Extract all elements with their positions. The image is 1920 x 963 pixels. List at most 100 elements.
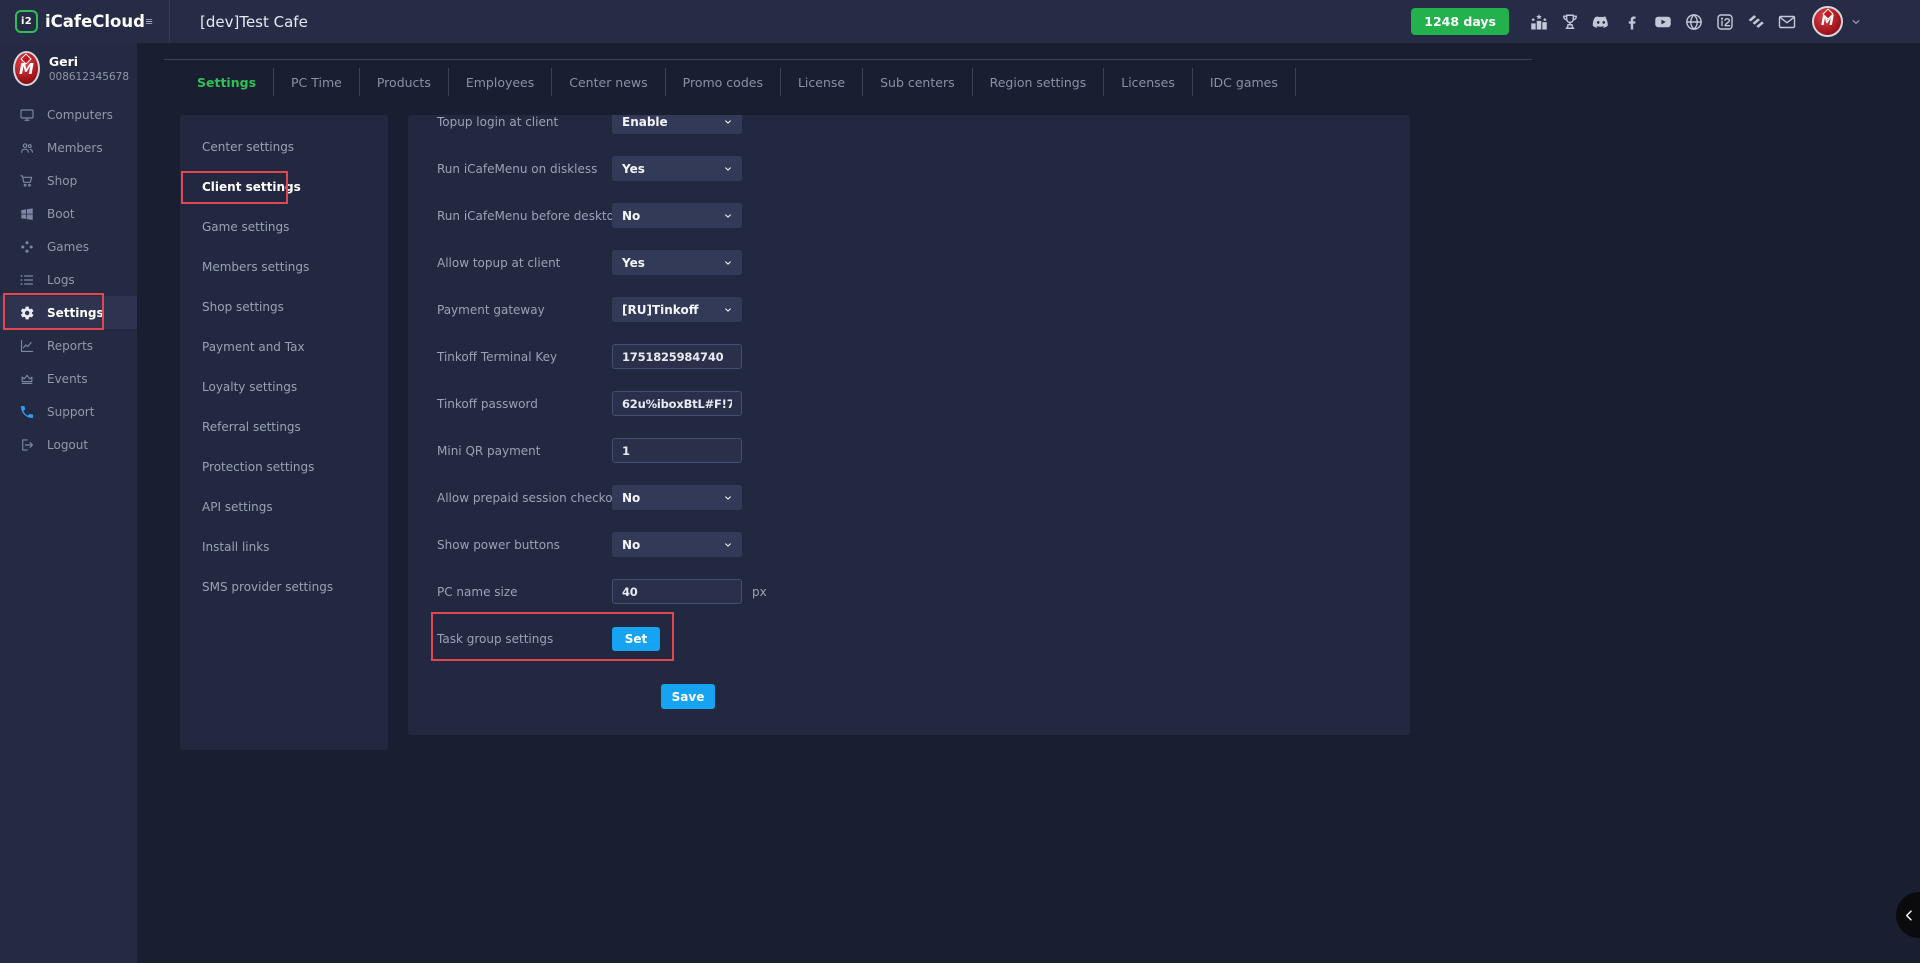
avatar[interactable]: M [1812, 6, 1843, 37]
crown-icon [19, 371, 35, 387]
brand-name: iCafeCloud [45, 12, 145, 31]
sidebar-item-logout[interactable]: Logout [0, 428, 137, 461]
mini-qr-payment-input[interactable] [612, 438, 742, 463]
sidebar-item-boot[interactable]: Boot [0, 197, 137, 230]
logout-icon [19, 437, 35, 453]
settings-menu-item-center-settings[interactable]: Center settings [180, 133, 388, 161]
tab-pc-time[interactable]: PC Time [274, 68, 360, 96]
tinkoff-terminal-key-input[interactable] [612, 344, 742, 369]
show-power-buttons-select[interactable]: No [612, 532, 742, 557]
tab-products[interactable]: Products [360, 68, 449, 96]
layers-icon[interactable] [1746, 12, 1766, 32]
tab-employees[interactable]: Employees [449, 68, 552, 96]
run-icafemenu-on-diskless-select[interactable]: Yes [612, 156, 742, 181]
sidebar-item-settings[interactable]: Settings [0, 296, 137, 329]
tinkoff-password-input[interactable] [612, 391, 742, 416]
windows-icon [19, 206, 35, 222]
select-value: No [622, 491, 640, 505]
settings-menu-item-loyalty-settings[interactable]: Loyalty settings [180, 373, 388, 401]
allow-prepaid-session-checkout-select[interactable]: No [612, 485, 742, 510]
tab-sub-centers[interactable]: Sub centers [863, 68, 973, 96]
pc-name-size-input[interactable] [612, 579, 742, 604]
top-bar: i2 iCafeCloud [dev]Test Cafe 1248 days M [0, 0, 1920, 43]
sidebar-item-label: Logout [47, 438, 88, 452]
field-label: Show power buttons [437, 538, 612, 552]
chevron-down-icon[interactable] [1850, 16, 1862, 28]
form-row-run-icafemenu-on-diskless: Run iCafeMenu on disklessYes [437, 156, 1410, 181]
sidebar-item-games[interactable]: Games [0, 230, 137, 263]
license-days-badge[interactable]: 1248 days [1411, 8, 1509, 35]
mail-icon[interactable] [1777, 12, 1797, 32]
chevron-down-icon [723, 117, 733, 127]
sidebar-item-logs[interactable]: Logs [0, 263, 137, 296]
payment-gateway-select[interactable]: [RU]Tinkoff [612, 297, 742, 322]
sidebar-item-support[interactable]: Support [0, 395, 137, 428]
tab-idc-games[interactable]: IDC games [1193, 68, 1296, 96]
form-row-run-icafemenu-before-desktop: Run iCafeMenu before desktopNo [437, 203, 1410, 228]
settings-menu: Center settings Client settings Game setti… [180, 115, 388, 750]
tab-license[interactable]: License [781, 68, 863, 96]
form-row-allow-topup-at-client: Allow topup at clientYes [437, 250, 1410, 275]
select-value: [RU]Tinkoff [622, 303, 698, 317]
account-menu[interactable]: M [1812, 6, 1862, 37]
tab-promo-codes[interactable]: Promo codes [666, 68, 781, 96]
settings-menu-item-sms-provider-settings[interactable]: SMS provider settings [180, 573, 388, 601]
sidebar-item-label: Boot [47, 207, 75, 221]
phone-icon [19, 404, 35, 420]
select-value: No [622, 209, 640, 223]
main-content: SettingsPC TimeProductsEmployeesCenter n… [137, 43, 1920, 963]
settings-menu-item-protection-settings[interactable]: Protection settings [180, 453, 388, 481]
save-button[interactable]: Save [661, 684, 715, 709]
brand-zone: i2 iCafeCloud [0, 0, 170, 43]
settings-menu-item-client-settings[interactable]: Client settings [180, 173, 388, 201]
facebook-icon[interactable] [1622, 12, 1642, 32]
form-row-tinkoff-terminal-key: Tinkoff Terminal Key [437, 344, 1410, 369]
settings-menu-item-game-settings[interactable]: Game settings [180, 213, 388, 241]
allow-topup-at-client-select[interactable]: Yes [612, 250, 742, 275]
tab-region-settings[interactable]: Region settings [973, 68, 1105, 96]
list-icon [19, 272, 35, 288]
topup-login-at-client-select[interactable]: Enable [612, 115, 742, 134]
form-rows: Topup login at client Enable Run iCafeMenu… [437, 115, 1410, 651]
tab-settings[interactable]: Settings [180, 68, 274, 96]
cafe-title: [dev]Test Cafe [200, 13, 308, 31]
sidebar-item-reports[interactable]: Reports [0, 329, 137, 362]
sidebar-item-shop[interactable]: Shop [0, 164, 137, 197]
chevron-down-icon [723, 211, 733, 221]
avatar-letter: M [19, 60, 34, 78]
icafecloud-icon[interactable] [1715, 12, 1735, 32]
content-area: Center settings Client settings Game setti… [180, 115, 1920, 750]
field-label: Tinkoff password [437, 397, 612, 411]
settings-menu-item-api-settings[interactable]: API settings [180, 493, 388, 521]
user-id: 008612345678 [49, 71, 129, 83]
discord-icon[interactable] [1591, 12, 1611, 32]
tab-center-news[interactable]: Center news [552, 68, 665, 96]
select-value: Enable [622, 115, 668, 129]
sidebar-item-events[interactable]: Events [0, 362, 137, 395]
settings-menu-item-shop-settings[interactable]: Shop settings [180, 293, 388, 321]
sidebar-item-label: Members [47, 141, 103, 155]
select-value: Yes [622, 256, 645, 270]
field-label: Topup login at client [437, 115, 612, 129]
task-group-settings-button[interactable]: Set [612, 627, 660, 651]
leaderboard-icon[interactable] [1529, 12, 1549, 32]
sidebar-item-computers[interactable]: Computers [0, 98, 137, 131]
topbar-icons [1529, 12, 1797, 32]
sidebar-item-members[interactable]: Members [0, 131, 137, 164]
select-value: Yes [622, 162, 645, 176]
hamburger-menu-icon[interactable] [145, 11, 153, 32]
form-row-allow-prepaid-session-checkout: Allow prepaid session checkoutNo [437, 485, 1410, 510]
brand-logo[interactable]: i2 iCafeCloud [15, 10, 145, 33]
topbar-right: 1248 days M [1411, 6, 1920, 37]
tab-licenses[interactable]: Licenses [1104, 68, 1193, 96]
sidebar-item-label: Reports [47, 339, 93, 353]
trophy-icon[interactable] [1560, 12, 1580, 32]
settings-menu-item-referral-settings[interactable]: Referral settings [180, 413, 388, 441]
settings-menu-item-members-settings[interactable]: Members settings [180, 253, 388, 281]
globe-icon[interactable] [1684, 12, 1704, 32]
youtube-icon[interactable] [1653, 12, 1673, 32]
cart-icon [19, 173, 35, 189]
settings-menu-item-payment-and-tax[interactable]: Payment and Tax [180, 333, 388, 361]
settings-menu-item-install-links[interactable]: Install links [180, 533, 388, 561]
run-icafemenu-before-desktop-select[interactable]: No [612, 203, 742, 228]
